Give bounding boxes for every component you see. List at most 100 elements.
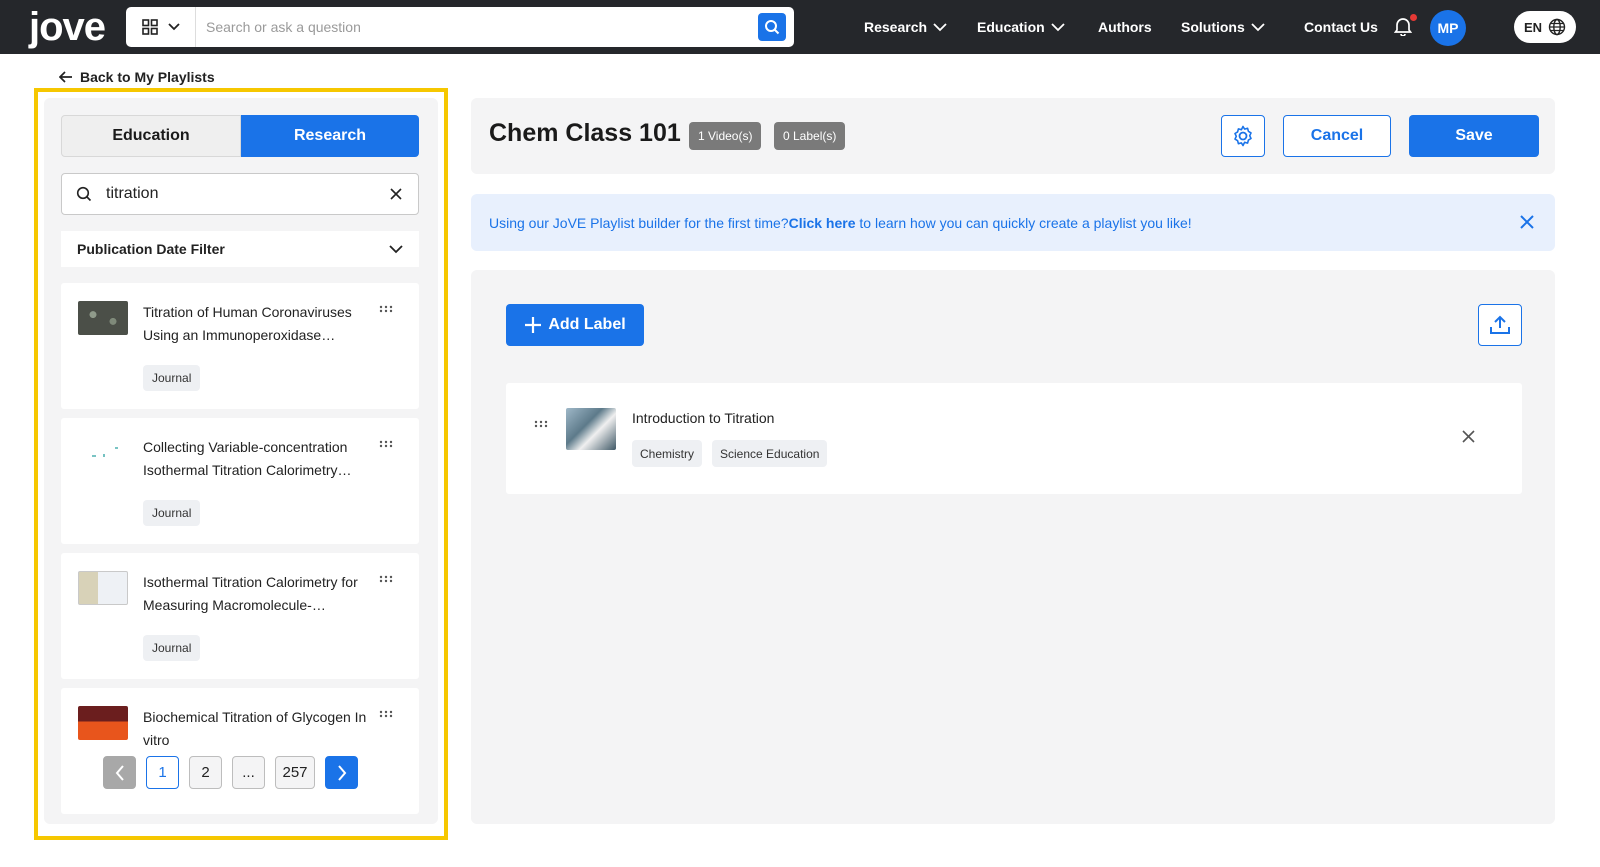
figure-thumb (78, 571, 128, 605)
microscopy-thumb (78, 301, 128, 335)
language-label: EN (1523, 19, 1543, 35)
apps-menu-button[interactable] (126, 7, 196, 47)
list-item[interactable]: Collecting Variable-concentration Isothe… (61, 418, 419, 544)
next-page-button[interactable] (325, 756, 358, 789)
tab-education-label: Education (112, 127, 190, 144)
result-title: Biochemical Titration of Glycogen In vit… (143, 709, 367, 748)
nav-education-label: Education (977, 19, 1045, 35)
language-selector[interactable]: EN (1514, 11, 1576, 43)
nav-research[interactable]: Research (864, 0, 947, 54)
back-to-playlists-link[interactable]: Back to My Playlists (59, 69, 215, 85)
label-count-badge: 0 Label(s) (774, 122, 846, 150)
avatar-initials: MP (1437, 20, 1459, 36)
chevron-down-icon (1051, 22, 1065, 31)
previous-page-button[interactable] (103, 756, 136, 789)
video-title: Introduction to Titration (632, 410, 775, 426)
upload-button[interactable] (1478, 304, 1522, 346)
nav-education[interactable]: Education (977, 0, 1065, 54)
global-search-bar (126, 7, 794, 47)
nav-contact-us[interactable]: Contact Us (1304, 0, 1378, 54)
page-button-1[interactable]: 1 (146, 756, 179, 789)
clear-search-icon[interactable] (390, 188, 402, 200)
nav-authors-label: Authors (1098, 19, 1152, 35)
drag-handle-icon[interactable] (379, 305, 393, 313)
user-avatar[interactable]: MP (1430, 10, 1466, 46)
back-link-label: Back to My Playlists (80, 69, 215, 85)
list-item[interactable]: Biochemical Titration of Glycogen In vit… (61, 688, 419, 814)
playlist-header: Chem Class 101 1 Video(s) 0 Label(s) Can… (471, 98, 1555, 174)
notification-dot (1410, 14, 1417, 21)
video-tag: Science Education (712, 440, 828, 467)
plus-icon (525, 317, 542, 333)
drag-handle-icon[interactable] (379, 575, 393, 583)
list-item[interactable]: Titration of Human Coronaviruses Using a… (61, 283, 419, 409)
playlist-settings-button[interactable] (1221, 115, 1265, 157)
result-title: Titration of Human Coronaviruses Using a… (143, 304, 352, 343)
gel-thumb (78, 706, 128, 740)
top-navigation-bar: jove Research Education Authors Solution… (0, 0, 1600, 54)
chevron-down-icon (167, 23, 180, 31)
publication-date-filter[interactable]: Publication Date Filter (61, 231, 419, 267)
result-tag: Journal (143, 365, 201, 391)
list-item[interactable]: Isothermal Titration Calorimetry for Mea… (61, 553, 419, 679)
video-thumbnail (566, 408, 616, 450)
drag-handle-icon[interactable] (379, 710, 393, 718)
search-icon (76, 186, 92, 202)
banner-suffix: to learn how you can quickly create a pl… (855, 214, 1192, 231)
global-search-input[interactable] (196, 7, 758, 47)
tab-research-label: Research (293, 127, 367, 144)
nav-solutions-label: Solutions (1181, 19, 1245, 35)
jove-logo[interactable]: jove (29, 4, 106, 50)
drag-handle-icon[interactable] (534, 420, 548, 428)
chevron-down-icon (933, 22, 947, 31)
content-search-input[interactable]: titration (61, 173, 419, 215)
close-icon[interactable] (1519, 214, 1535, 230)
grid-icon (141, 19, 158, 35)
save-button[interactable]: Save (1409, 115, 1539, 157)
nav-research-label: Research (864, 19, 928, 35)
playlist-title[interactable]: Chem Class 101 (489, 119, 681, 148)
publication-filter-label: Publication Date Filter (77, 241, 225, 257)
video-tag: Chemistry (632, 440, 703, 467)
video-count-badge: 1 Video(s) (689, 122, 762, 150)
nav-contact-us-label: Contact Us (1304, 19, 1378, 35)
banner-prefix: Using our JoVE Playlist builder for the … (489, 214, 789, 231)
chevron-down-icon (1251, 22, 1265, 31)
search-value: titration (106, 185, 159, 202)
chevron-left-icon (115, 764, 124, 781)
remove-item-icon[interactable] (1462, 430, 1475, 443)
pagination: 1 2 ... 257 (103, 756, 358, 789)
content-search-panel: Education Research titration Publication… (44, 98, 438, 824)
chevron-down-icon (389, 244, 403, 253)
gear-icon (1234, 125, 1252, 147)
nav-authors[interactable]: Authors (1098, 0, 1152, 54)
page-button-2[interactable]: 2 (189, 756, 222, 789)
result-title: Collecting Variable-concentration Isothe… (143, 439, 352, 478)
globe-icon (1548, 18, 1566, 36)
library-tabs: Education Research (61, 115, 419, 157)
graph-thumb (78, 436, 128, 470)
upload-icon (1490, 315, 1510, 334)
drag-handle-icon[interactable] (379, 440, 393, 448)
chevron-right-icon (337, 764, 346, 781)
nav-solutions[interactable]: Solutions (1181, 0, 1265, 54)
page-ellipsis: ... (232, 756, 265, 789)
info-banner: Using our JoVE Playlist builder for the … (471, 194, 1555, 251)
tab-education[interactable]: Education (61, 115, 241, 157)
arrow-left-icon (59, 71, 72, 83)
tab-research[interactable]: Research (241, 115, 419, 157)
search-submit-button[interactable] (758, 13, 786, 41)
result-title: Isothermal Titration Calorimetry for Mea… (143, 574, 358, 613)
banner-click-here-link[interactable]: Click here (789, 215, 856, 231)
result-tag: Journal (143, 635, 201, 661)
add-label-button[interactable]: Add Label (506, 304, 644, 346)
notification-bell-icon[interactable] (1394, 16, 1412, 36)
result-tag: Journal (143, 500, 201, 526)
add-label-text: Add Label (548, 316, 626, 333)
playlist-video-item[interactable]: Introduction to Titration Chemistry Scie… (506, 383, 1522, 494)
search-icon (765, 20, 780, 35)
cancel-button[interactable]: Cancel (1283, 115, 1391, 157)
video-tags: Chemistry Science Education (632, 440, 828, 467)
page-button-last[interactable]: 257 (275, 756, 315, 789)
playlist-builder-area: Add Label Introduction to Titration Chem… (471, 270, 1555, 824)
